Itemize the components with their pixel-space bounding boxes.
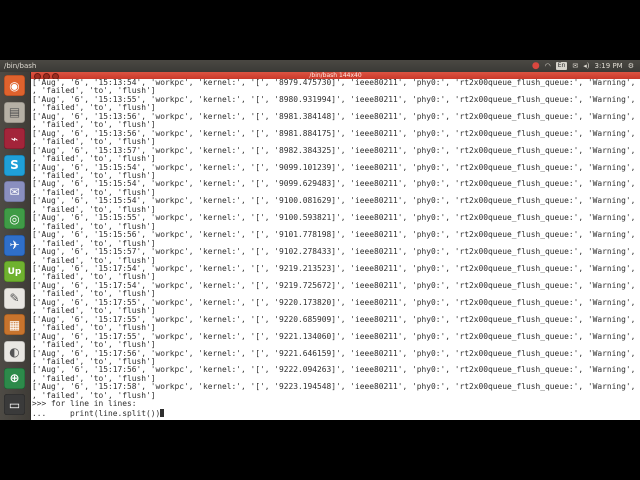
terminal-output: ['Aug', '6', '15:13:54', 'workpc', 'kern… bbox=[32, 79, 640, 418]
launcher-item-skype[interactable]: S bbox=[4, 154, 25, 176]
session-icon[interactable]: ● bbox=[532, 61, 540, 71]
terminal-titlebar[interactable]: /bin/bash 144x40 bbox=[31, 72, 640, 80]
text-editor-icon: ✎ bbox=[9, 291, 20, 306]
launcher-item-libreoffice-impress[interactable]: ▦ bbox=[4, 314, 25, 336]
terminal-body[interactable]: ['Aug', '6', '15:13:54', 'workpc', 'kern… bbox=[31, 79, 640, 420]
terminal-line: >>> for line in lines: bbox=[32, 399, 137, 409]
thunderbird-icon: ✈ bbox=[9, 238, 20, 253]
globe-icon: ⊕ bbox=[9, 371, 20, 386]
terminal-icon: ▭ bbox=[8, 397, 21, 412]
skype-icon: S bbox=[10, 158, 19, 173]
launcher-item-upwork[interactable]: Up bbox=[4, 261, 25, 283]
app-icon: ◐ bbox=[9, 344, 20, 359]
keyboard-layout-icon[interactable]: En bbox=[555, 62, 568, 70]
launcher-item-system-monitor[interactable]: ⌁ bbox=[4, 128, 25, 150]
volume-icon[interactable]: ◂) bbox=[583, 61, 589, 71]
upwork-icon: Up bbox=[7, 266, 22, 277]
power-gear-icon[interactable]: ⚙ bbox=[628, 61, 634, 71]
launcher-item-vlc[interactable]: ◐ bbox=[4, 341, 25, 362]
libreoffice-impress-icon: ▦ bbox=[8, 317, 21, 332]
launcher: ◉ ▤ ⌁ S ✉ ◎ ✈ Up ✎ ▦ ◐ ⊕ ▭ bbox=[0, 72, 31, 420]
chrome-icon: ◎ bbox=[9, 211, 20, 226]
file-cabinet-icon: ▤ bbox=[8, 105, 21, 120]
launcher-item-files[interactable]: ▤ bbox=[4, 101, 25, 123]
launcher-item-pidgin[interactable]: ✉ bbox=[4, 181, 25, 203]
terminal-title: /bin/bash 144x40 bbox=[309, 72, 362, 79]
desktop-screen: /bin/bash ● ◠ En ✉ ◂) 3:19 PM ⚙ ◉ ▤ ⌁ S ✉ ◎ ✈ U… bbox=[0, 60, 640, 420]
launcher-item-terminal[interactable]: ▭ bbox=[4, 394, 25, 416]
pidgin-icon: ✉ bbox=[9, 184, 20, 199]
launcher-item-text-editor[interactable]: ✎ bbox=[4, 287, 25, 309]
launcher-item-thunderbird[interactable]: ✈ bbox=[4, 234, 25, 256]
launcher-item-chrome[interactable]: ◎ bbox=[4, 208, 25, 229]
mail-icon[interactable]: ✉ bbox=[572, 61, 578, 71]
system-tray: ● ◠ En ✉ ◂) 3:19 PM ⚙ bbox=[532, 60, 634, 72]
clock[interactable]: 3:19 PM bbox=[595, 61, 623, 71]
terminal-line: ... print(line.split()) bbox=[32, 408, 640, 418]
top-panel: /bin/bash ● ◠ En ✉ ◂) 3:19 PM ⚙ bbox=[0, 60, 640, 72]
ubuntu-logo-icon: ◉ bbox=[9, 78, 20, 93]
network-wifi-icon[interactable]: ◠ bbox=[545, 61, 551, 71]
text-cursor bbox=[160, 408, 165, 417]
system-monitor-icon: ⌁ bbox=[10, 131, 19, 146]
launcher-item-dash-home[interactable]: ◉ bbox=[4, 75, 25, 96]
active-window-title: /bin/bash bbox=[4, 62, 37, 70]
launcher-item-network-globe[interactable]: ⊕ bbox=[4, 367, 25, 389]
